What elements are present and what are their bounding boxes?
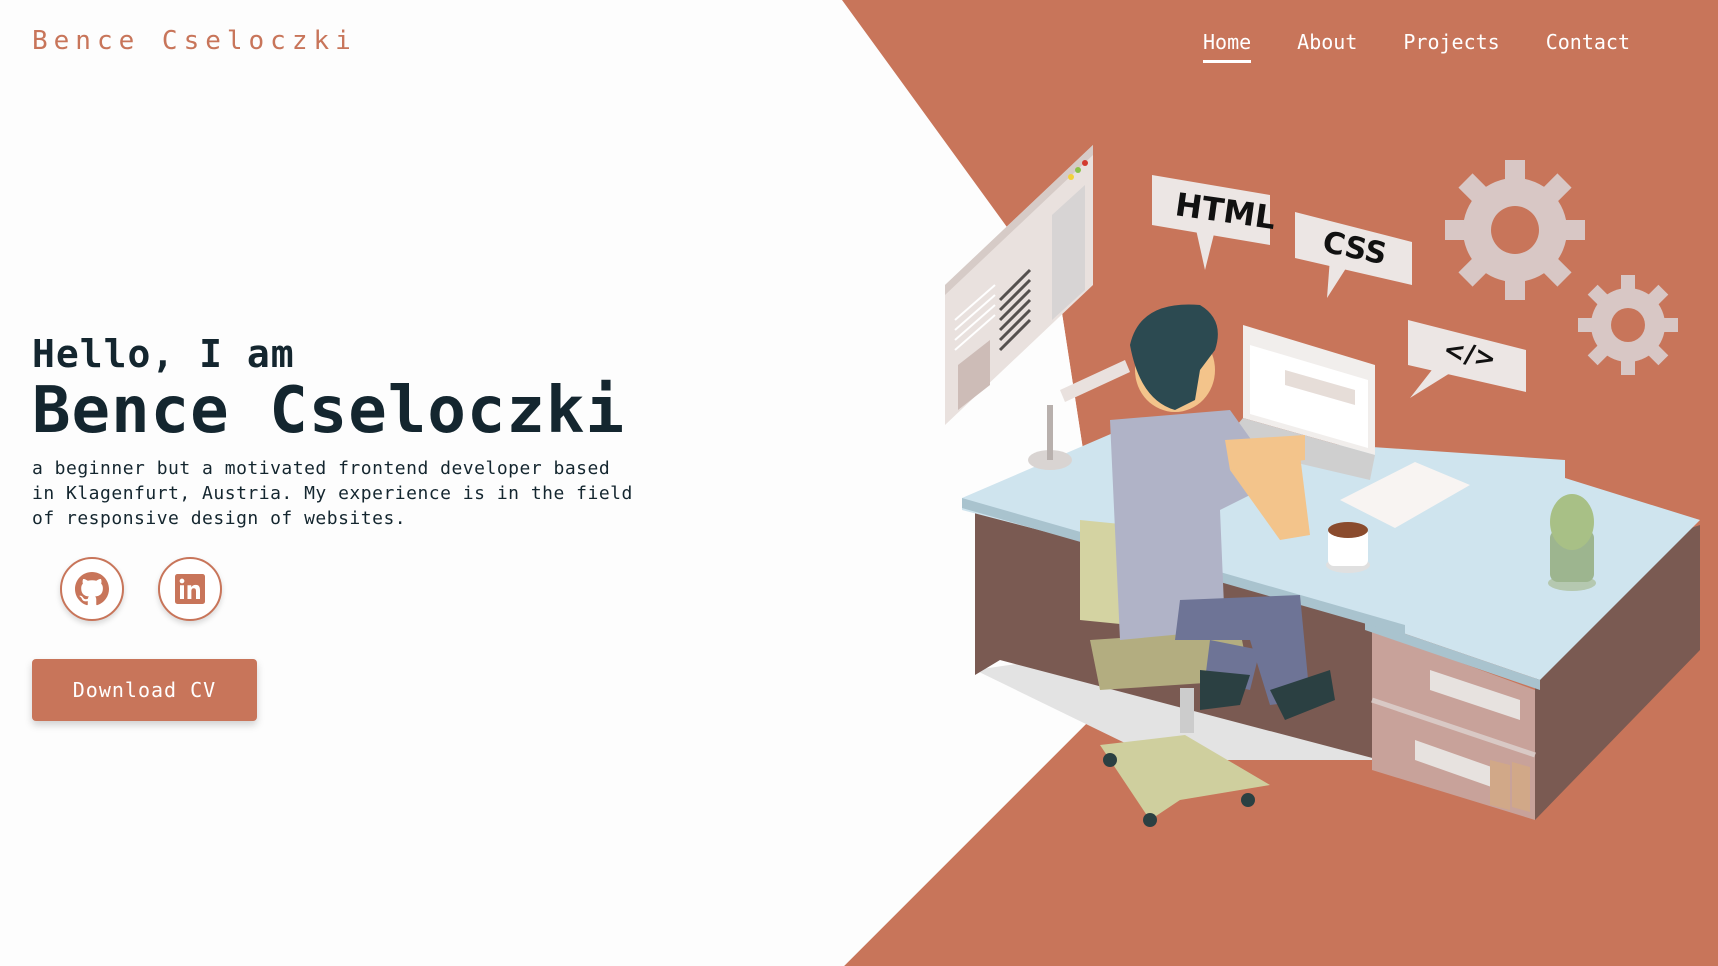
hero-section: Hello, I am Bence Cseloczki a beginner b…	[32, 332, 672, 531]
desk-graphic	[962, 430, 1700, 820]
github-icon	[75, 572, 109, 606]
social-links	[60, 557, 222, 621]
coffee-mug-graphic	[1326, 522, 1370, 573]
html-bubble-graphic: HTML	[1152, 175, 1278, 270]
hero-greeting: Hello, I am	[32, 332, 295, 376]
nav-home[interactable]: Home	[1202, 30, 1252, 63]
download-cv-button[interactable]: Download CV	[32, 659, 257, 721]
main-nav: Home About Projects Contact	[1202, 30, 1630, 63]
hero-tagline: a beginner but a motivated frontend deve…	[32, 458, 633, 529]
linkedin-link[interactable]	[158, 557, 222, 621]
cactus-plant-graphic	[1548, 494, 1596, 591]
large-gear-graphic	[1445, 160, 1585, 300]
hero-name: Bence Cseloczki	[32, 374, 625, 448]
linkedin-icon	[175, 574, 205, 604]
nav-projects[interactable]: Projects	[1403, 30, 1499, 63]
nav-about[interactable]: About	[1297, 30, 1357, 63]
css-bubble-graphic: CSS	[1295, 212, 1412, 298]
brand-logo[interactable]: Bence Cseloczki	[32, 26, 357, 56]
code-bubble-graphic: </>	[1408, 320, 1526, 398]
small-gear-graphic	[1578, 275, 1678, 375]
nav-contact[interactable]: Contact	[1546, 30, 1630, 63]
github-link[interactable]	[60, 557, 124, 621]
